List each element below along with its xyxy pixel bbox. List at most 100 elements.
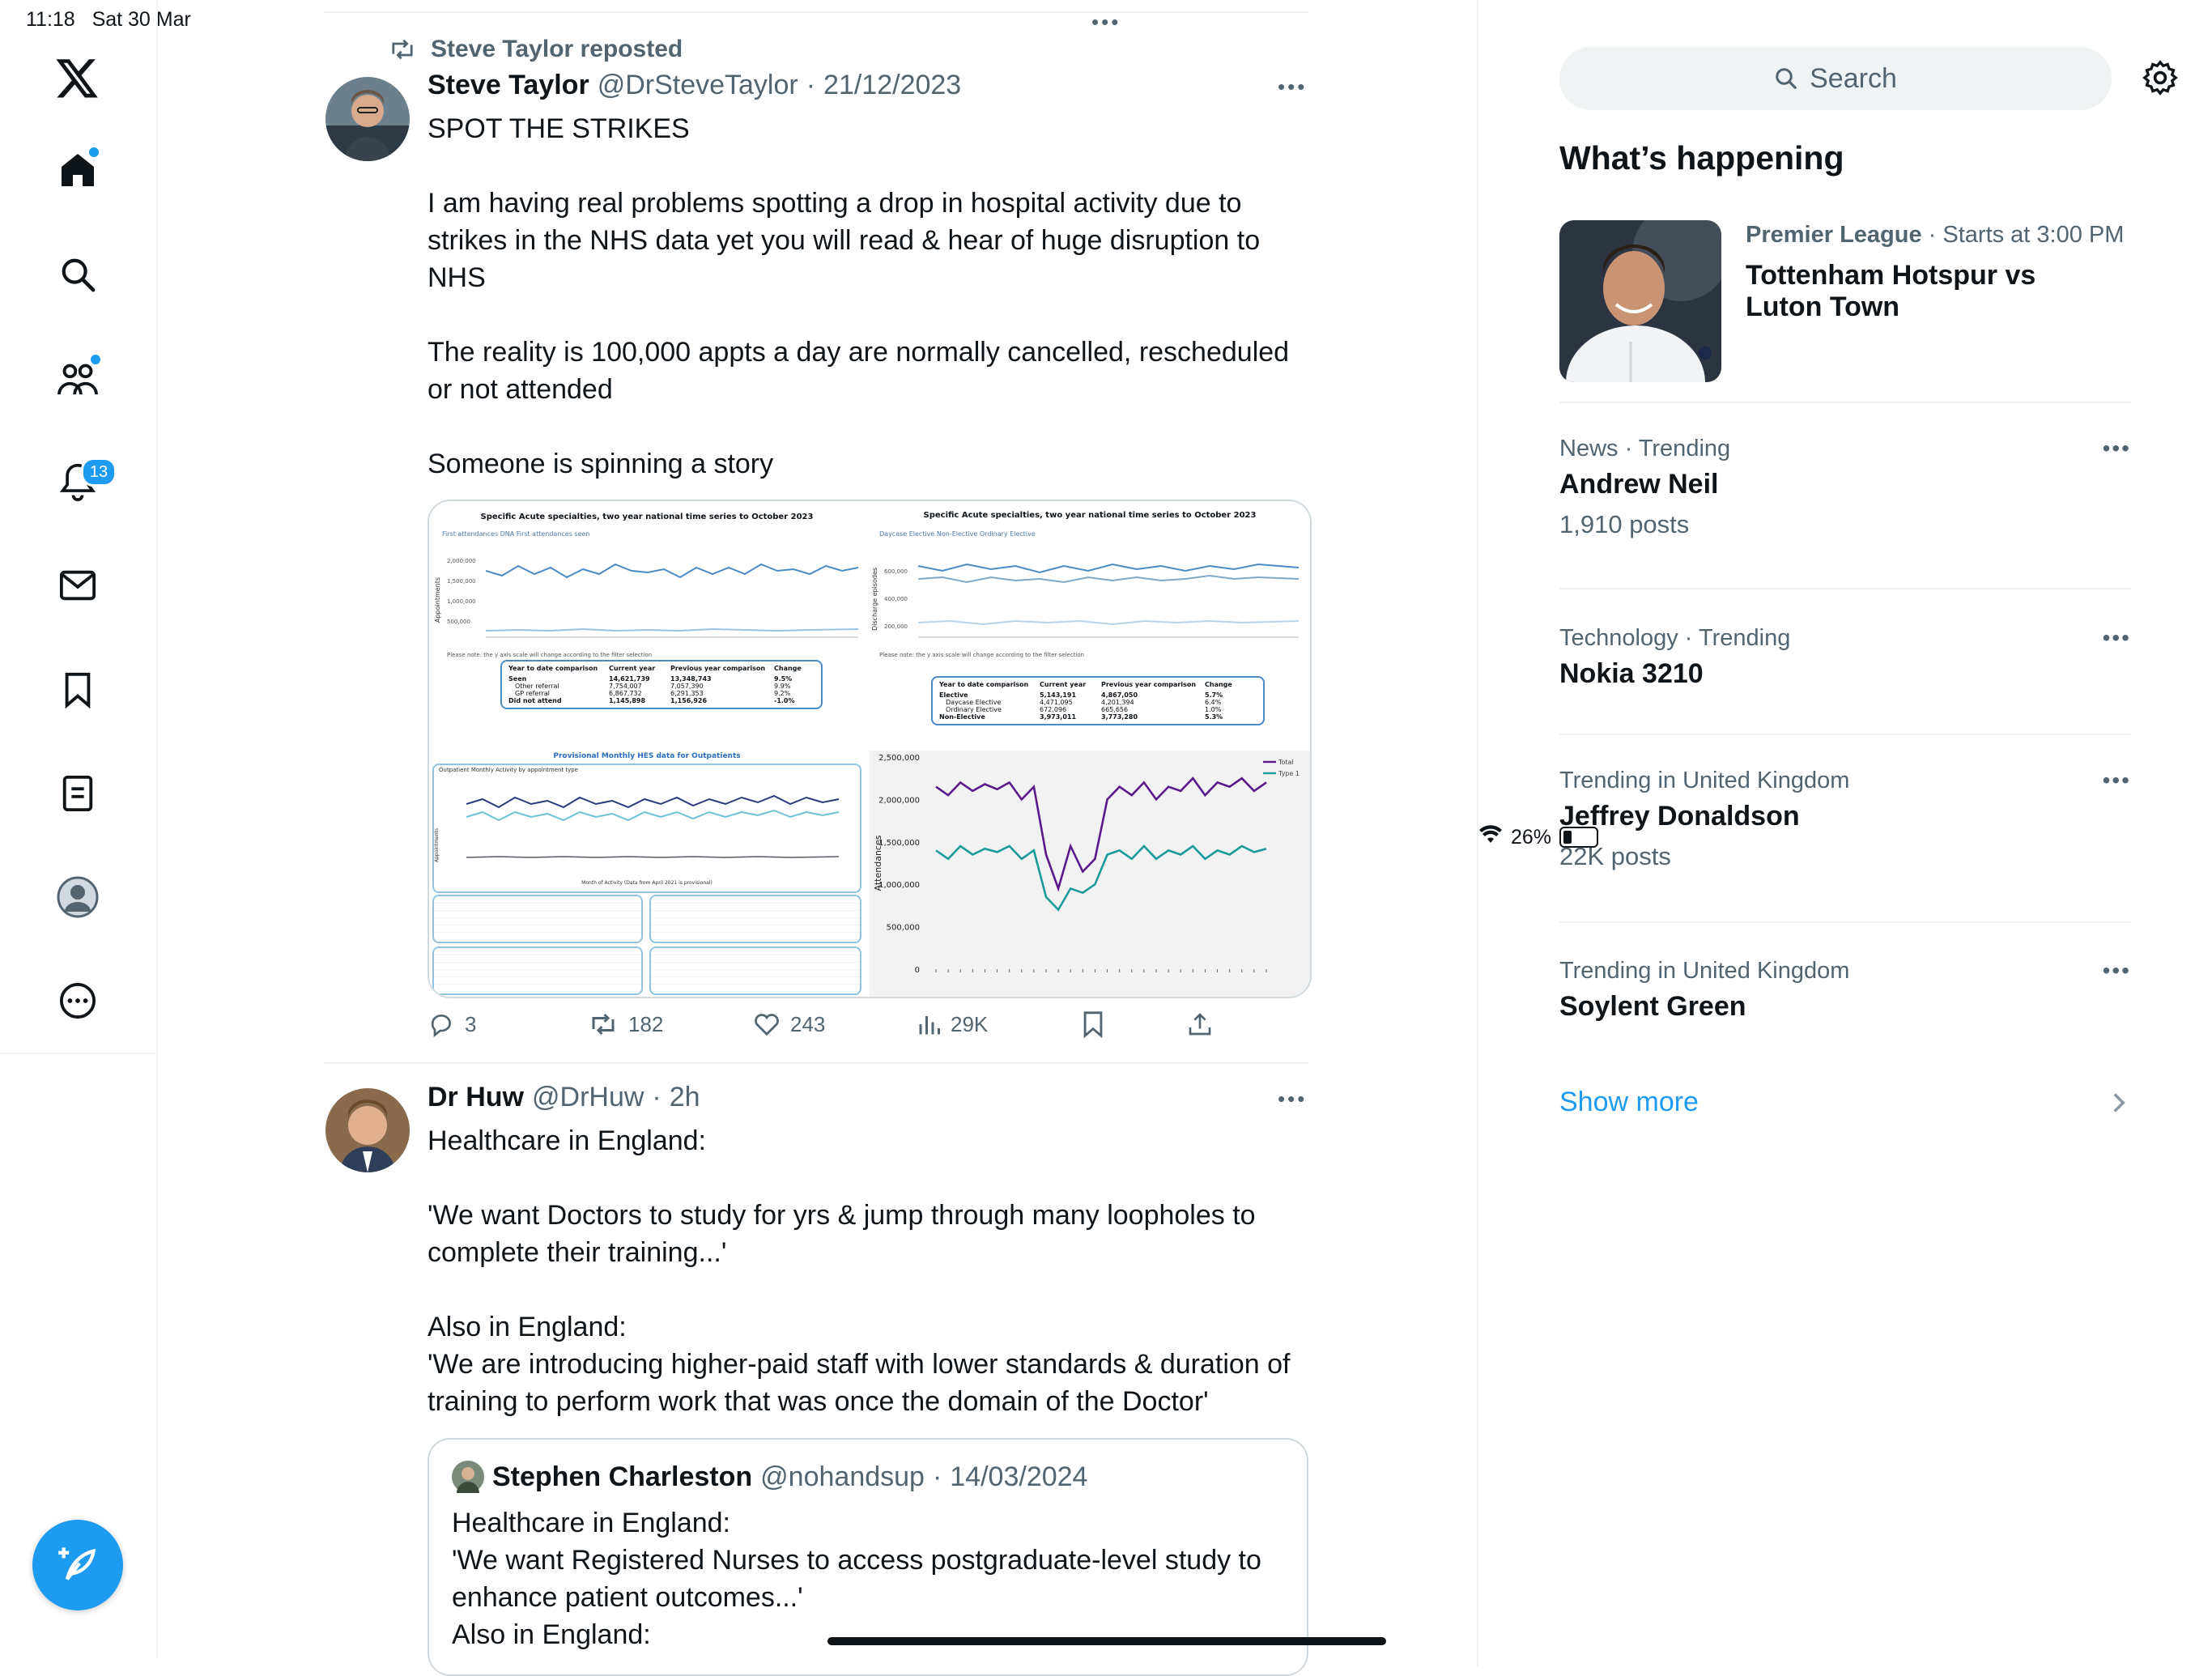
table-header: Year to date comparison Current year Pre… xyxy=(508,665,815,672)
th: Previous year comparison xyxy=(670,665,766,672)
notifications-bell-icon[interactable]: 13 xyxy=(45,449,117,514)
settings-gear-icon[interactable] xyxy=(2142,60,2178,100)
panel-table: Year to date comparison Current year Pre… xyxy=(500,660,823,709)
lists-icon[interactable] xyxy=(45,761,110,826)
image-panel-2[interactable]: Specific Acute specialties, two year nat… xyxy=(870,501,1310,746)
image-panel-4-chart[interactable]: 2,500,000 2,000,000 1,500,000 1,000,000 500,… xyxy=(870,751,1310,997)
more-options-icon[interactable]: ••• xyxy=(1278,1087,1307,1112)
explore-search-icon[interactable] xyxy=(45,242,110,307)
panel-yticks: 600,000 400,000 200,000 xyxy=(884,558,908,640)
author-handle[interactable]: @DrHuw xyxy=(532,1082,644,1113)
table-cell: 5,143,191 xyxy=(1040,691,1077,699)
profile-avatar-icon[interactable] xyxy=(45,865,110,929)
repost-button[interactable]: 182 xyxy=(588,1012,753,1037)
table-row: Elective 5,143,191 4,867,050 5.7% xyxy=(939,691,1257,699)
event-start-time: · Starts at 3:00 PM xyxy=(1921,222,2125,248)
search-input[interactable]: Search xyxy=(1559,47,2112,110)
tweet-date[interactable]: 21/12/2023 xyxy=(823,70,961,101)
ytick: 2,000,000 xyxy=(447,558,476,564)
compose-post-button[interactable] xyxy=(32,1520,123,1610)
quote-line: Healthcare in England: xyxy=(452,1508,731,1538)
repost-label: Steve Taylor reposted xyxy=(431,36,683,62)
views-button[interactable]: 29K xyxy=(917,1012,1082,1037)
reply-icon xyxy=(431,1015,452,1037)
like-button[interactable]: 243 xyxy=(753,1012,917,1037)
trend-item[interactable]: Trending in United Kingdom Soylent Green… xyxy=(1559,958,2131,1023)
quote-body: Healthcare in England: 'We want Register… xyxy=(452,1504,1286,1653)
image-panel-1[interactable]: Specific Acute specialties, two year nat… xyxy=(429,501,865,746)
more-options-icon[interactable]: ••• xyxy=(1278,74,1307,100)
separator-dot: · xyxy=(932,1461,942,1492)
bookmark-button[interactable] xyxy=(1082,1010,1187,1038)
avatar[interactable] xyxy=(325,1088,410,1172)
panel-note: Please note: the y axis scale will chang… xyxy=(447,652,653,658)
th: Change xyxy=(774,665,802,672)
reply-count: 3 xyxy=(465,1011,477,1036)
panel-mini-table xyxy=(432,895,643,943)
trend-item[interactable]: Trending in United Kingdom Jeffrey Donal… xyxy=(1559,768,2131,871)
quote-author-handle: @nohandsup xyxy=(760,1461,925,1492)
show-more-link[interactable]: Show more xyxy=(1559,1087,2131,1118)
series-line-type-1 xyxy=(935,844,1267,912)
th: Change xyxy=(1205,681,1232,688)
avatar[interactable] xyxy=(325,77,410,161)
trend-name: Jeffrey Donaldson xyxy=(1559,801,1800,832)
table-cell: 13,348,743 xyxy=(670,675,712,683)
event-context: Premier League · Starts at 3:00 PM xyxy=(1746,222,2131,249)
image-panel-3[interactable]: Provisional Monthly HES data for Outpati… xyxy=(429,751,865,997)
tweet-image-grid[interactable]: Specific Acute specialties, two year nat… xyxy=(428,500,1312,998)
author-name[interactable]: Dr Huw xyxy=(428,1082,524,1113)
drag-handle-dots-icon[interactable]: ••• xyxy=(1091,10,1121,35)
bookmarks-icon[interactable] xyxy=(45,657,110,722)
table-cell: 6,867,732 xyxy=(609,690,642,697)
featured-event-image[interactable] xyxy=(1559,220,1721,382)
panel-ylabel: Appointments xyxy=(434,827,440,862)
view-count: 29K xyxy=(951,1011,989,1036)
trend-more-icon[interactable]: ••• xyxy=(2103,958,2131,984)
share-button[interactable] xyxy=(1187,1011,1213,1037)
views-chart-icon xyxy=(919,1016,940,1035)
feather-plus-icon xyxy=(58,1547,96,1580)
featured-event[interactable]: Premier League · Starts at 3:00 PM Totte… xyxy=(1746,222,2131,323)
more-circle-icon[interactable] xyxy=(45,968,110,1033)
panel-yticks: 2,000,000 1,500,000 1,000,000 500,000 xyxy=(447,551,476,632)
repost-count: 182 xyxy=(628,1011,664,1036)
reply-button[interactable]: 3 xyxy=(428,1011,588,1037)
table-cell: 9.5% xyxy=(774,675,793,683)
messages-envelope-icon[interactable] xyxy=(45,553,110,618)
trend-item[interactable]: News · Trending Andrew Neil 1,910 posts … xyxy=(1559,436,2131,539)
attendances-line-chart: 2,500,000 2,000,000 1,500,000 1,000,000 500,… xyxy=(873,754,1300,975)
trend-context: Trending in United Kingdom xyxy=(1559,958,1850,984)
tweet-time[interactable]: 2h xyxy=(670,1082,700,1113)
trend-name: Andrew Neil xyxy=(1559,469,1719,500)
search-placeholder: Search xyxy=(1810,62,1897,94)
trend-more-icon[interactable]: ••• xyxy=(2103,768,2131,793)
trend-post-count: 22K posts xyxy=(1559,842,1671,870)
y-tick-label: 500,000 xyxy=(887,924,920,933)
table-cell: 1,156,926 xyxy=(670,697,708,704)
quote-line: Also in England: xyxy=(452,1619,651,1650)
trend-more-icon[interactable]: ••• xyxy=(2103,436,2131,462)
whats-happening-heading: What’s happening xyxy=(1559,139,1844,177)
author-handle[interactable]: @DrSteveTaylor xyxy=(598,70,798,101)
trend-item[interactable]: Technology · Trending Nokia 3210 ••• xyxy=(1559,625,2131,690)
x-logo-icon[interactable] xyxy=(45,47,110,112)
tweet-body: Healthcare in England: 'We want Doctors … xyxy=(428,1122,1310,1420)
trend-more-icon[interactable]: ••• xyxy=(2103,625,2131,651)
timeline-top-divider xyxy=(324,11,1308,13)
table-cell: Did not attend xyxy=(508,697,562,704)
author-name[interactable]: Steve Taylor xyxy=(428,70,589,101)
legend-label: Type 1 xyxy=(1278,770,1300,777)
home-icon[interactable] xyxy=(45,138,110,202)
share-icon xyxy=(1189,1013,1211,1036)
table-cell: Daycase Elective xyxy=(946,699,1002,706)
table-cell: Other referral xyxy=(515,683,559,690)
communities-icon[interactable] xyxy=(45,347,110,411)
event-league: Premier League xyxy=(1746,222,1922,248)
avatar-dr-huw xyxy=(325,1088,410,1172)
repost-icon xyxy=(392,39,413,60)
ytick: 500,000 xyxy=(447,619,470,625)
y-tick-label: 1,500,000 xyxy=(878,839,920,848)
tweet-paragraph: The reality is 100,000 appts a day are n… xyxy=(428,337,1290,405)
nav-divider xyxy=(0,1053,156,1054)
